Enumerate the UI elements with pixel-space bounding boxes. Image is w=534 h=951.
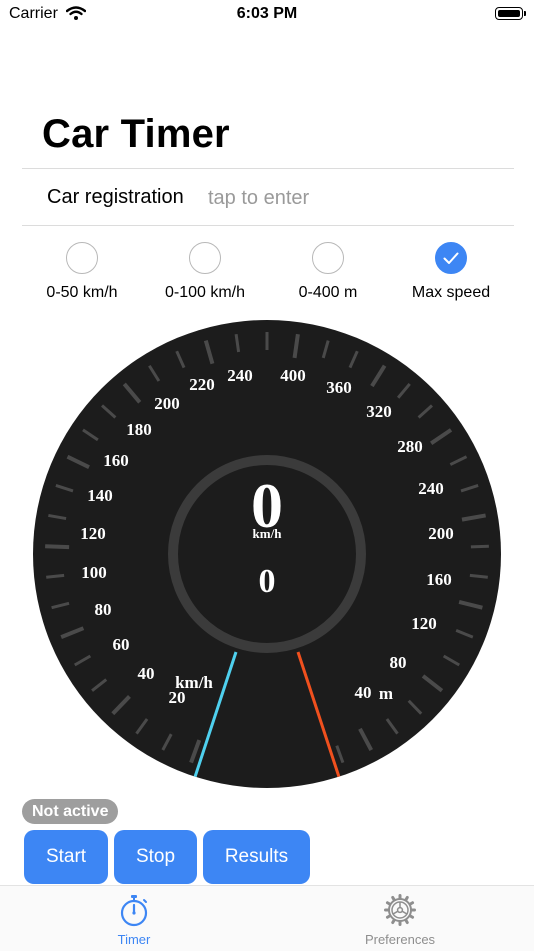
left-scale-label: 180 (126, 420, 152, 439)
left-scale-label: 100 (81, 563, 107, 582)
mode-option-0-100[interactable]: 0-100 km/h (140, 242, 270, 302)
left-scale-label: 80 (95, 600, 112, 619)
results-button[interactable]: Results (203, 830, 310, 884)
page-title: Car Timer (42, 112, 230, 156)
tab-timer[interactable]: Timer (54, 886, 214, 951)
speedometer-gauge: 0 km/h 0 20406080100120140160180200220 24… (33, 320, 501, 788)
registration-input[interactable] (208, 184, 498, 212)
top-scale-label: 400 (280, 366, 306, 385)
stop-button[interactable]: Stop (114, 830, 197, 884)
battery-icon (495, 7, 526, 20)
right-scale-label: 80 (390, 653, 407, 672)
checkmark-icon (443, 252, 458, 264)
tab-bar: Timer Preferences (0, 885, 534, 951)
right-scale-label: 360 (326, 378, 352, 397)
secondary-value: 0 (259, 563, 276, 600)
start-button[interactable]: Start (24, 830, 108, 884)
gear-icon (384, 894, 416, 926)
radio-button[interactable] (66, 242, 98, 274)
mode-label: 0-400 m (298, 284, 358, 301)
mode-label: Max speed (411, 284, 491, 301)
mode-option-0-400m[interactable]: 0-400 m (263, 242, 393, 302)
right-scale-label: 160 (426, 570, 452, 589)
radio-button-checked[interactable] (435, 242, 467, 274)
right-scale-label: 120 (411, 614, 437, 633)
left-unit-label: km/h (175, 673, 213, 692)
divider (22, 168, 514, 169)
mode-label: 0-100 km/h (164, 284, 246, 301)
right-scale-label: 200 (428, 524, 454, 543)
left-scale-label: 60 (113, 635, 130, 654)
tab-preferences[interactable]: Preferences (320, 886, 480, 951)
left-scale-label: 120 (80, 524, 106, 543)
left-scale-label: 220 (189, 375, 215, 394)
registration-label: Car registration (47, 186, 184, 208)
mode-label: 0-50 km/h (46, 284, 118, 301)
gauge-tick (46, 573, 65, 579)
left-scale-label: 240 (227, 366, 253, 385)
status-badge: Not active (22, 799, 119, 824)
left-scale-label: 140 (87, 486, 113, 505)
status-time: 6:03 PM (236, 5, 298, 22)
right-scale-label: 240 (418, 479, 444, 498)
radio-button[interactable] (189, 242, 221, 274)
stopwatch-icon (120, 895, 148, 927)
right-unit-label: m (379, 684, 393, 703)
mode-option-max-speed[interactable]: Max speed (386, 242, 516, 302)
left-scale-label: 40 (138, 664, 155, 683)
radio-button[interactable] (312, 242, 344, 274)
right-scale-label: 280 (397, 437, 423, 456)
right-scale-label: 40 (355, 683, 372, 702)
gauge-tick (469, 573, 488, 579)
tab-label: Preferences (364, 932, 436, 947)
status-bar: Carrier 6:03 PM (0, 0, 534, 30)
gauge-tick (470, 544, 489, 549)
left-scale-label: 160 (103, 451, 129, 470)
gauge-tick (45, 544, 70, 550)
tab-label: Timer (117, 932, 151, 947)
mode-option-0-50[interactable]: 0-50 km/h (17, 242, 147, 302)
right-scale-label: 320 (366, 402, 392, 421)
divider (22, 225, 514, 226)
speed-unit: km/h (253, 526, 283, 541)
left-scale-label: 200 (154, 394, 180, 413)
